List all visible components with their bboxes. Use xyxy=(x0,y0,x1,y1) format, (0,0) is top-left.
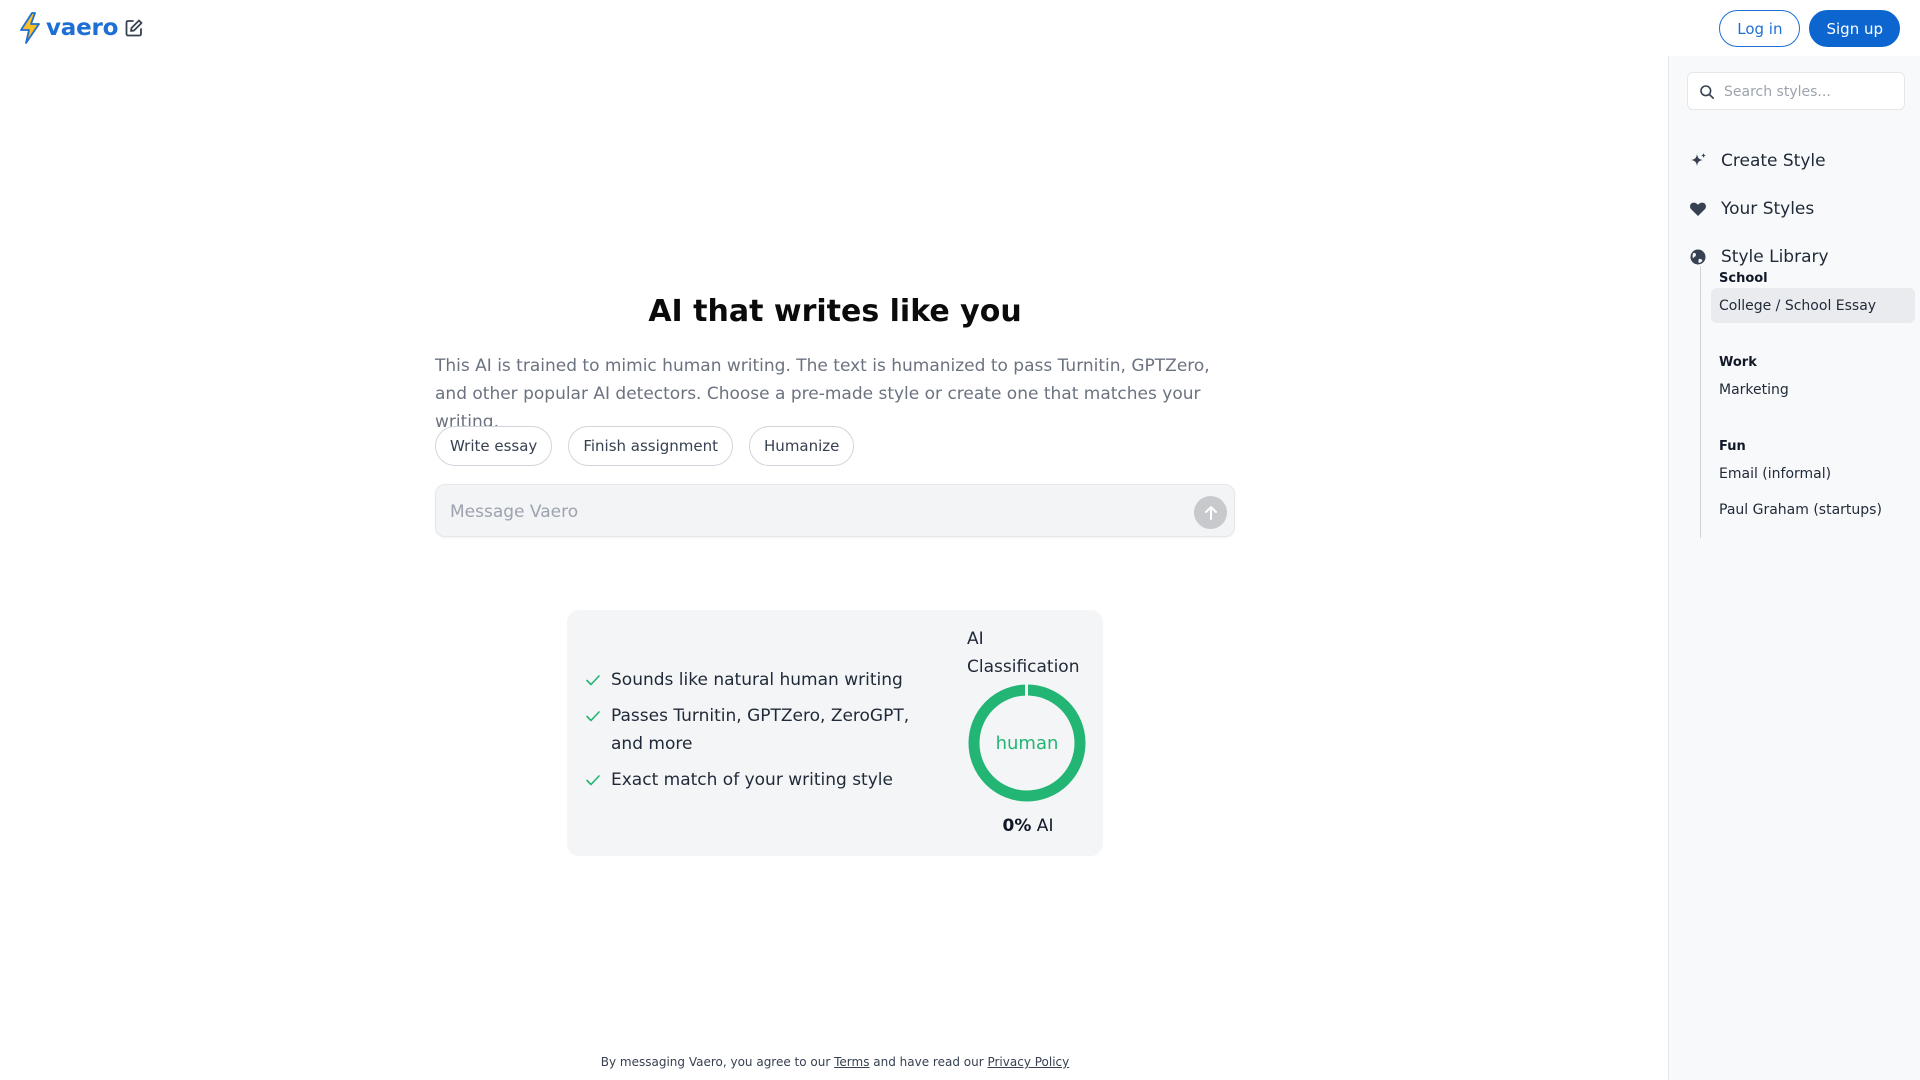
brand-name: vaero xyxy=(46,15,119,41)
ai-percent-value: 0% xyxy=(1002,816,1032,836)
nav-your-styles-label: Your Styles xyxy=(1721,199,1815,219)
ai-percent-suffix: AI xyxy=(1031,816,1054,836)
classification-donut: human xyxy=(968,684,1086,802)
style-item-paul-graham[interactable]: Paul Graham (startups) xyxy=(1711,492,1915,527)
arrow-up-icon xyxy=(1204,505,1217,520)
auth-buttons: Log in Sign up xyxy=(1719,10,1900,47)
group-heading-fun: Fun xyxy=(1719,439,1746,454)
donut-label: human xyxy=(996,733,1059,754)
check-icon xyxy=(586,775,600,786)
feature-text: Passes Turnitin, GPTZero, ZeroGPT, and m… xyxy=(611,706,910,754)
style-library-tree: School College / School Essay Work Marke… xyxy=(1700,266,1915,538)
search-box xyxy=(1687,72,1905,111)
page-title: AI that writes like you xyxy=(648,294,1022,329)
search-icon xyxy=(1700,85,1714,99)
message-composer xyxy=(435,484,1235,538)
style-item-email-informal[interactable]: Email (informal) xyxy=(1711,456,1915,491)
style-item-college-school-essay[interactable]: College / School Essay xyxy=(1711,288,1915,323)
feature-list: Sounds like natural human writing Passes… xyxy=(585,666,925,802)
search-styles-input[interactable] xyxy=(1722,73,1902,111)
feature-text: Sounds like natural human writing xyxy=(611,670,903,690)
terms-link[interactable]: Terms xyxy=(834,1055,869,1069)
privacy-link[interactable]: Privacy Policy xyxy=(987,1055,1069,1069)
send-button[interactable] xyxy=(1194,496,1227,529)
nav-create-style[interactable]: Create Style xyxy=(1689,145,1826,177)
styles-sidebar: Create Style Your Styles Style Library S… xyxy=(1668,56,1920,1080)
signup-button[interactable]: Sign up xyxy=(1809,10,1900,47)
page-description: This AI is trained to mimic human writin… xyxy=(435,356,1210,432)
nav-create-style-label: Create Style xyxy=(1721,151,1826,171)
chip-finish-assignment[interactable]: Finish assignment xyxy=(568,426,734,466)
chip-write-essay[interactable]: Write essay xyxy=(435,426,553,466)
check-icon xyxy=(586,711,600,722)
lightning-bolt-icon xyxy=(20,12,40,44)
ai-classification-label: AI Classification xyxy=(967,629,1080,677)
feature-item: Exact match of your writing style xyxy=(585,766,925,794)
style-item-marketing[interactable]: Marketing xyxy=(1711,372,1915,407)
footer-middle: and have read our xyxy=(869,1055,988,1069)
logo-link[interactable]: vaero xyxy=(18,12,118,44)
feature-text: Exact match of your writing style xyxy=(611,770,893,790)
feature-item: Passes Turnitin, GPTZero, ZeroGPT, and m… xyxy=(585,702,925,758)
group-heading-school: School xyxy=(1719,271,1768,286)
donut-gap xyxy=(1025,684,1028,698)
feature-item: Sounds like natural human writing xyxy=(585,666,925,694)
legal-footer: By messaging Vaero, you agree to our Ter… xyxy=(435,1055,1235,1069)
globe-icon xyxy=(1689,248,1707,266)
edit-pencil-icon[interactable] xyxy=(124,18,148,42)
top-bar: vaero Log in Sign up xyxy=(0,0,1920,56)
sparkle-icon xyxy=(1689,152,1707,170)
group-heading-work: Work xyxy=(1719,355,1757,370)
heart-icon xyxy=(1689,200,1707,218)
footer-prefix: By messaging Vaero, you agree to our xyxy=(600,1055,835,1069)
suggestion-chips: Write essay Finish assignment Humanize xyxy=(435,426,855,466)
login-button[interactable]: Log in xyxy=(1719,10,1801,47)
feature-card: Sounds like natural human writing Passes… xyxy=(567,610,1103,856)
chip-humanize[interactable]: Humanize xyxy=(749,426,855,466)
message-input[interactable] xyxy=(448,485,1172,538)
nav-style-library-label: Style Library xyxy=(1721,247,1829,267)
nav-your-styles[interactable]: Your Styles xyxy=(1689,193,1814,225)
check-icon xyxy=(586,675,600,686)
ai-percent: 0% AI xyxy=(966,816,1090,836)
